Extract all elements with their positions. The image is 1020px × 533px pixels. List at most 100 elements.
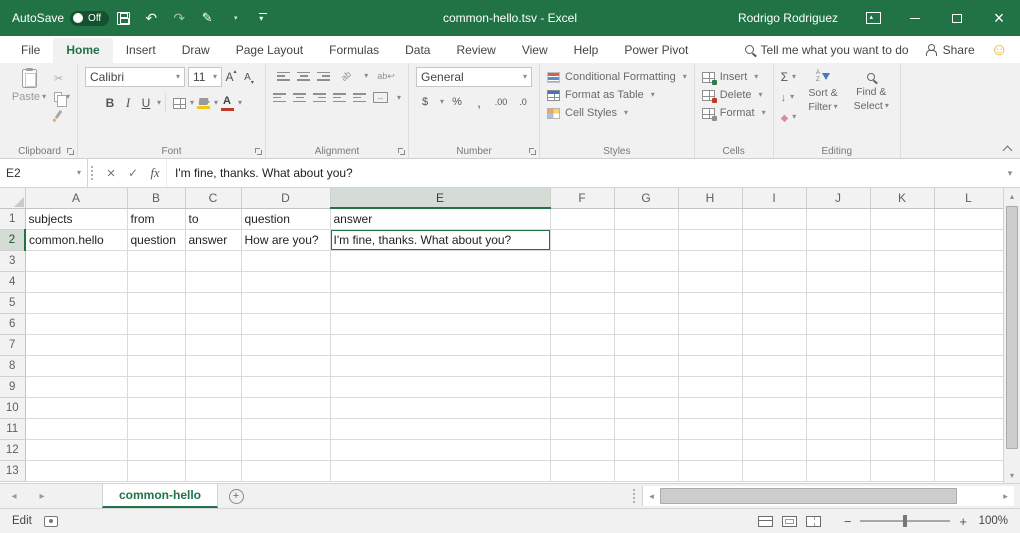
vertical-scrollbar-thumb[interactable]: [1006, 206, 1018, 449]
cell-D13[interactable]: [241, 460, 330, 481]
minimize-button[interactable]: [894, 0, 936, 36]
cell-E4[interactable]: [330, 271, 550, 292]
cell-C2[interactable]: answer: [185, 229, 241, 250]
decrease-indent-button[interactable]: [333, 92, 346, 103]
cell-styles-button[interactable]: Cell Styles: [547, 107, 628, 119]
column-header-C[interactable]: C: [185, 188, 241, 208]
cell-G5[interactable]: [614, 292, 678, 313]
cell-E3[interactable]: [330, 250, 550, 271]
cell-H10[interactable]: [678, 397, 742, 418]
page-break-view-button[interactable]: [806, 516, 821, 527]
cell-E11[interactable]: [330, 418, 550, 439]
formula-input[interactable]: I'm fine, thanks. What about you?: [166, 159, 1000, 187]
cell-L6[interactable]: [934, 313, 1003, 334]
row-header-7[interactable]: 7: [0, 334, 25, 355]
cell-K12[interactable]: [870, 439, 934, 460]
fill-color-button[interactable]: [194, 94, 212, 112]
cell-K7[interactable]: [870, 334, 934, 355]
cell-A13[interactable]: [25, 460, 127, 481]
cell-H11[interactable]: [678, 418, 742, 439]
top-align-button[interactable]: [277, 71, 290, 82]
cell-C13[interactable]: [185, 460, 241, 481]
dropdown-icon[interactable]: [77, 169, 81, 177]
cell-K5[interactable]: [870, 292, 934, 313]
tab-review[interactable]: Review: [443, 38, 508, 63]
formula-bar-expand-icon[interactable]: [1000, 159, 1020, 187]
quick-access-tool-dropdown-icon[interactable]: [222, 5, 248, 31]
cell-I3[interactable]: [742, 250, 806, 271]
cell-K10[interactable]: [870, 397, 934, 418]
middle-align-button[interactable]: [297, 71, 310, 82]
autosum-button[interactable]: [781, 69, 797, 84]
cell-J4[interactable]: [806, 271, 870, 292]
cell-E10[interactable]: [330, 397, 550, 418]
increase-decimal-button[interactable]: [492, 93, 510, 111]
cell-I8[interactable]: [742, 355, 806, 376]
cell-F7[interactable]: [550, 334, 614, 355]
underline-button[interactable]: [137, 94, 155, 112]
vertical-scrollbar[interactable]: [1003, 188, 1020, 483]
scroll-right-icon[interactable]: [997, 486, 1014, 506]
cell-A9[interactable]: [25, 376, 127, 397]
cell-D8[interactable]: [241, 355, 330, 376]
cell-E8[interactable]: [330, 355, 550, 376]
cell-L9[interactable]: [934, 376, 1003, 397]
column-header-L[interactable]: L: [934, 188, 1003, 208]
cell-A8[interactable]: [25, 355, 127, 376]
paste-button[interactable]: Paste: [9, 67, 49, 103]
accounting-format-button[interactable]: [416, 93, 434, 111]
cell-G7[interactable]: [614, 334, 678, 355]
cell-E5[interactable]: [330, 292, 550, 313]
cell-F2[interactable]: [550, 229, 614, 250]
zoom-percentage[interactable]: 100%: [976, 515, 1008, 527]
cell-E6[interactable]: [330, 313, 550, 334]
column-header-I[interactable]: I: [742, 188, 806, 208]
cell-A2[interactable]: common.hello: [25, 229, 127, 250]
delete-cells-button[interactable]: Delete: [702, 89, 763, 101]
cell-K13[interactable]: [870, 460, 934, 481]
cell-D11[interactable]: [241, 418, 330, 439]
collapse-ribbon-icon[interactable]: [1003, 143, 1013, 153]
number-format-select[interactable]: General: [416, 67, 532, 87]
cell-G1[interactable]: [614, 208, 678, 229]
cell-I12[interactable]: [742, 439, 806, 460]
decrease-font-size-button[interactable]: [240, 68, 258, 86]
cell-G6[interactable]: [614, 313, 678, 334]
cell-K11[interactable]: [870, 418, 934, 439]
row-header-13[interactable]: 13: [0, 460, 25, 481]
cell-L11[interactable]: [934, 418, 1003, 439]
name-box[interactable]: E2: [0, 159, 88, 187]
cell-I2[interactable]: [742, 229, 806, 250]
row-header-6[interactable]: 6: [0, 313, 25, 334]
previous-sheet-icon[interactable]: [0, 484, 28, 508]
cell-F9[interactable]: [550, 376, 614, 397]
cell-G12[interactable]: [614, 439, 678, 460]
page-layout-view-button[interactable]: [782, 516, 797, 527]
merge-center-button[interactable]: [373, 92, 388, 103]
row-header-12[interactable]: 12: [0, 439, 25, 460]
bold-button[interactable]: [101, 94, 119, 112]
cell-B4[interactable]: [127, 271, 185, 292]
italic-button[interactable]: [119, 94, 137, 112]
cell-D10[interactable]: [241, 397, 330, 418]
copy-button[interactable]: [54, 89, 70, 104]
cell-C5[interactable]: [185, 292, 241, 313]
comma-style-button[interactable]: [470, 93, 488, 111]
cell-H8[interactable]: [678, 355, 742, 376]
cell-C4[interactable]: [185, 271, 241, 292]
cell-L3[interactable]: [934, 250, 1003, 271]
cell-I13[interactable]: [742, 460, 806, 481]
tab-view[interactable]: View: [509, 38, 561, 63]
cell-H1[interactable]: [678, 208, 742, 229]
clear-button[interactable]: [781, 109, 797, 124]
cell-D4[interactable]: [241, 271, 330, 292]
column-header-A[interactable]: A: [25, 188, 127, 208]
cell-D12[interactable]: [241, 439, 330, 460]
cell-J2[interactable]: [806, 229, 870, 250]
cell-A6[interactable]: [25, 313, 127, 334]
cell-B1[interactable]: from: [127, 208, 185, 229]
close-button[interactable]: [978, 0, 1020, 36]
cell-C1[interactable]: to: [185, 208, 241, 229]
fill-button[interactable]: [781, 89, 797, 104]
cell-I10[interactable]: [742, 397, 806, 418]
